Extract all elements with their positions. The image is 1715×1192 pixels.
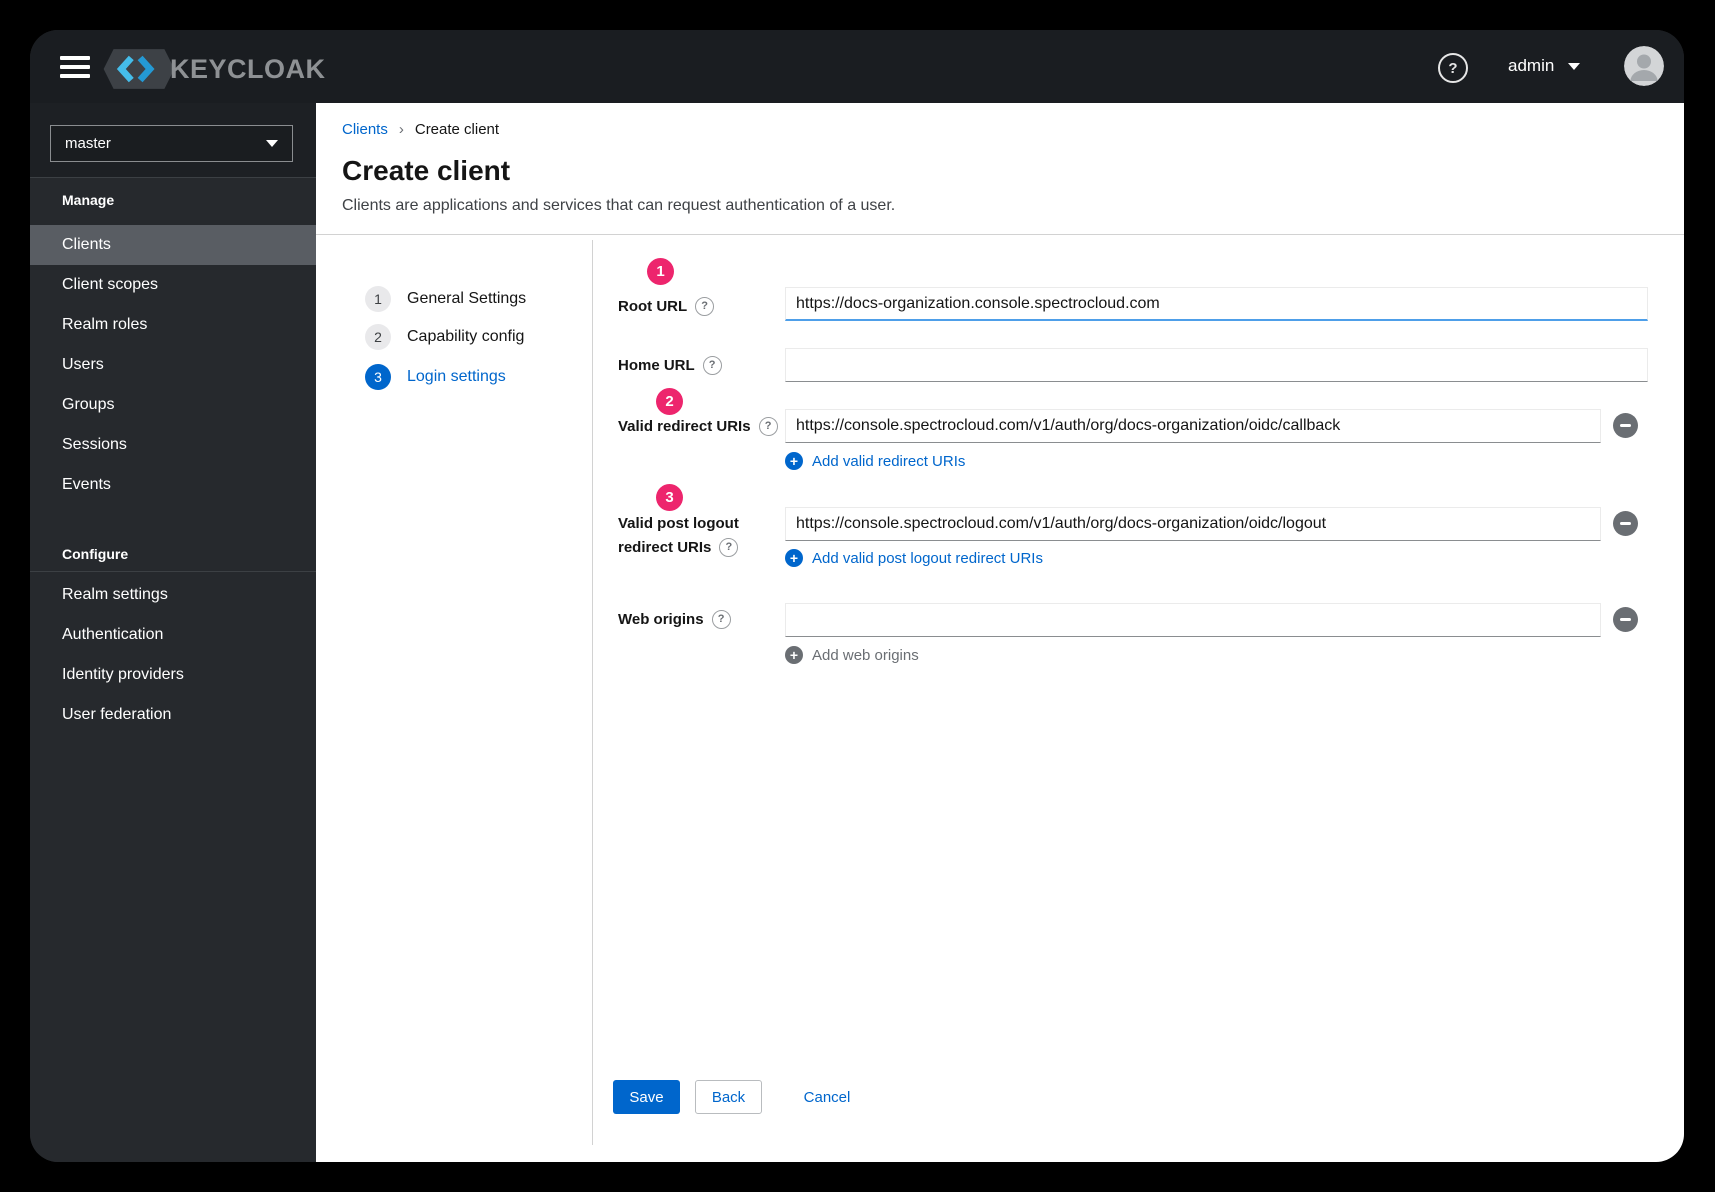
plus-icon: + [785,549,803,567]
help-icon[interactable]: ? [719,537,739,557]
hamburger-menu-icon[interactable] [60,56,90,78]
home-url-input[interactable] [785,348,1648,382]
breadcrumb: Clients › Create client [342,121,499,138]
breadcrumb-separator-icon: › [398,121,404,138]
sidebar-item-realm-settings[interactable]: Realm settings [30,575,316,615]
top-header: KEYCLOAK ? admin [30,30,1684,103]
valid-post-logout-label-line1: Valid post logout [618,514,739,532]
root-url-label: Root URL ? [618,296,715,316]
annotation-badge-3: 3 [656,484,683,511]
sidebar-item-sessions[interactable]: Sessions [30,425,316,465]
sidebar-item-groups[interactable]: Groups [30,385,316,425]
breadcrumb-clients-link[interactable]: Clients [342,121,388,138]
user-silhouette-icon [1624,46,1664,86]
web-origins-input[interactable] [785,603,1601,637]
brand-text: KEYCLOAK [170,53,326,84]
step-number: 2 [365,324,391,350]
realm-name: master [65,135,111,152]
user-menu[interactable]: admin [1508,56,1581,76]
remove-web-origin-button[interactable] [1613,607,1638,632]
help-icon[interactable]: ? [711,609,731,629]
wizard-step-capability-config[interactable]: 2 Capability config [365,324,524,350]
realm-selector[interactable]: master [50,125,293,162]
breadcrumb-current: Create client [414,121,500,138]
avatar[interactable] [1624,46,1664,86]
sidebar-item-clients[interactable]: Clients [30,225,316,265]
help-icon[interactable]: ? [702,355,722,375]
sidebar-item-realm-roles[interactable]: Realm roles [30,305,316,345]
help-icon[interactable]: ? [695,296,715,316]
sidebar-item-events[interactable]: Events [30,465,316,505]
root-url-input[interactable] [785,287,1648,321]
plus-icon: + [785,452,803,470]
nav-section-manage: Manage [62,192,115,208]
annotation-badge-1: 1 [647,258,674,285]
sidebar-item-users[interactable]: Users [30,345,316,385]
plus-icon: + [785,646,803,664]
sidebar: master Manage Clients Client scopes Real… [30,103,316,1162]
back-button[interactable]: Back [695,1080,762,1114]
nav-section-configure: Configure [62,546,129,562]
add-valid-post-logout-link[interactable]: + Add valid post logout redirect URIs [785,549,1043,567]
home-url-label: Home URL ? [618,355,722,375]
remove-redirect-uri-button[interactable] [1613,413,1638,438]
keycloak-hexagon-icon [103,49,175,89]
help-icon[interactable]: ? [1438,53,1468,83]
remove-post-logout-uri-button[interactable] [1613,511,1638,536]
wizard-divider [592,240,593,1145]
wizard-step-login-settings[interactable]: 3 Login settings [365,364,506,390]
valid-redirect-uris-input[interactable] [785,409,1601,443]
web-origins-label: Web origins ? [618,609,731,629]
realm-selector-area: master [30,103,316,178]
valid-post-logout-input[interactable] [785,507,1601,541]
sidebar-item-identity-providers[interactable]: Identity providers [30,655,316,695]
valid-post-logout-label-line2: redirect URIs ? [618,537,739,557]
username: admin [1508,56,1555,75]
annotation-badge-2: 2 [656,388,683,415]
save-button[interactable]: Save [613,1080,680,1114]
add-web-origins-link[interactable]: + Add web origins [785,646,919,664]
page-subtitle: Clients are applications and services th… [342,197,896,214]
chevron-down-icon [1568,62,1581,70]
valid-redirect-uris-label: Valid redirect URIs ? [618,416,778,436]
cancel-button[interactable]: Cancel [797,1080,857,1114]
main-content: Clients › Create client Create client Cl… [316,103,1684,1162]
page-title: Create client [342,155,511,186]
content-divider [316,234,1684,235]
sidebar-item-user-federation[interactable]: User federation [30,695,316,735]
sidebar-divider [30,571,316,572]
sidebar-item-authentication[interactable]: Authentication [30,615,316,655]
chevron-down-icon [266,140,278,147]
keycloak-logo: KEYCLOAK [102,48,326,90]
app-window: KEYCLOAK ? admin master Manage Clients C… [30,30,1684,1162]
sidebar-item-client-scopes[interactable]: Client scopes [30,265,316,305]
help-icon[interactable]: ? [758,416,778,436]
wizard-step-general-settings[interactable]: 1 General Settings [365,286,526,312]
step-number: 3 [365,364,391,390]
step-number: 1 [365,286,391,312]
add-valid-redirect-uris-link[interactable]: + Add valid redirect URIs [785,452,965,470]
